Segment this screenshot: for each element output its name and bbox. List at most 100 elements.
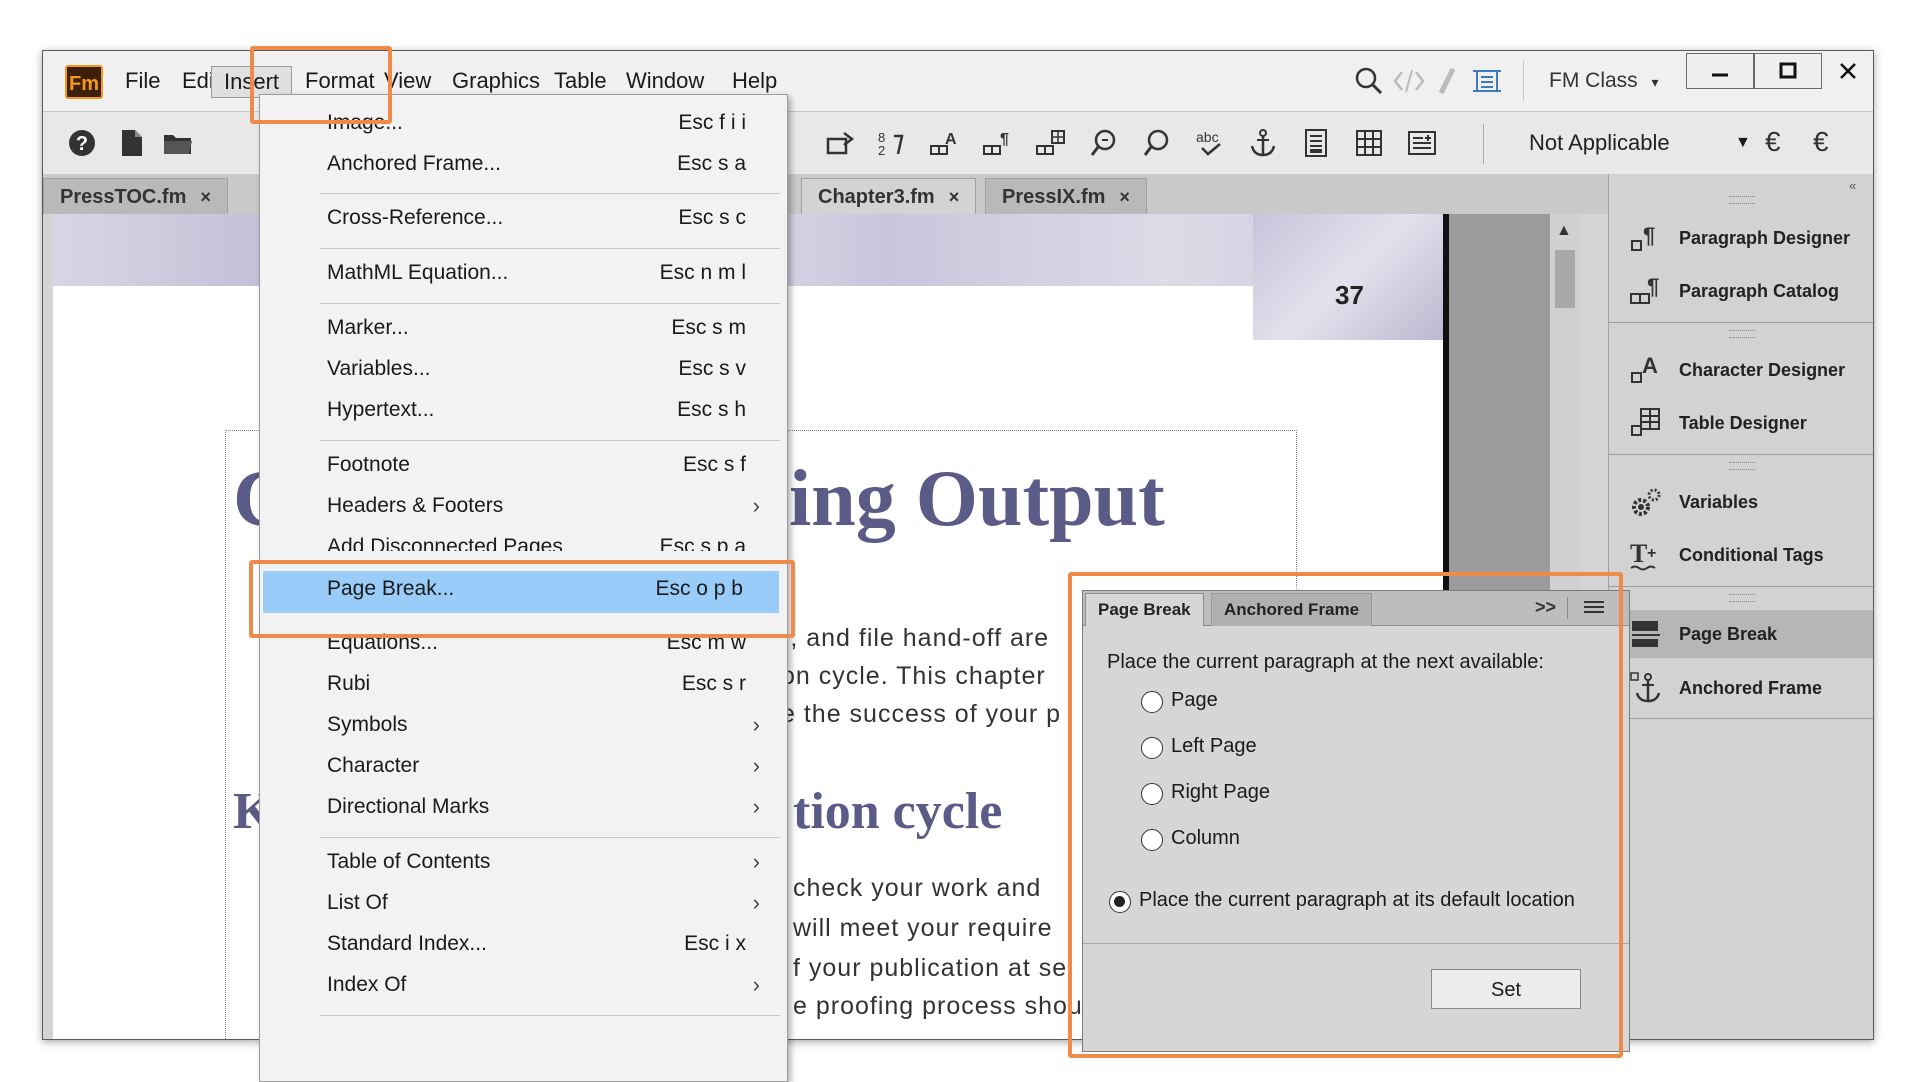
page-break-icon	[1627, 615, 1665, 653]
table-icon[interactable]	[1352, 126, 1386, 160]
scroll-up-icon[interactable]: ▲	[1556, 222, 1572, 240]
toolbar-divider	[1483, 124, 1484, 164]
panel-grip[interactable]	[1729, 462, 1755, 470]
menu-item-shortcut: Esc s c	[678, 206, 746, 229]
menu-item-anchored-frame[interactable]: Anchored Frame... Esc s a	[261, 148, 786, 186]
menu-item-footnote[interactable]: Footnote Esc s f	[261, 449, 786, 487]
menu-help[interactable]: Help	[720, 66, 789, 96]
paragraph-tag-select[interactable]: Not Applicable	[1529, 128, 1670, 158]
panel-item-table-designer[interactable]: Table Designer	[1609, 399, 1873, 447]
search-icon[interactable]	[1351, 63, 1387, 99]
submenu-arrow-icon: ›	[752, 753, 760, 778]
menu-item-hypertext[interactable]: Hypertext... Esc s h	[261, 394, 786, 432]
panel-item-paragraph-designer[interactable]: ¶ Paragraph Designer	[1609, 214, 1873, 262]
change-bars-icon[interactable]: 82	[875, 126, 909, 160]
menu-item-directional-marks[interactable]: Directional Marks ›	[261, 791, 786, 829]
callout-insert-menu	[250, 46, 392, 124]
anchor-icon[interactable]	[1246, 126, 1280, 160]
code-view-icon[interactable]	[1391, 63, 1427, 99]
menu-item-symbols[interactable]: Symbols ›	[261, 709, 786, 747]
menu-item-rubi[interactable]: Rubi Esc s r	[261, 668, 786, 706]
close-icon[interactable]: ×	[949, 187, 960, 207]
menu-item-standard-index[interactable]: Standard Index... Esc i x	[261, 928, 786, 966]
submenu-arrow-icon: ›	[752, 712, 760, 737]
close-icon	[1839, 63, 1856, 79]
body-text-line: ), and file hand-off are	[781, 624, 1050, 652]
tab-pressix[interactable]: PressIX.fm ×	[985, 178, 1147, 214]
menu-item-variables[interactable]: Variables... Esc s v	[261, 353, 786, 391]
euro-settings-icon[interactable]: €	[1813, 126, 1829, 158]
menu-file[interactable]: File	[113, 66, 172, 96]
close-button[interactable]	[1822, 53, 1873, 89]
character-catalog-icon[interactable]: A	[928, 126, 962, 160]
panel-item-character-designer[interactable]: A Character Designer	[1609, 346, 1873, 394]
chevron-down-icon[interactable]: ▼	[1735, 128, 1751, 158]
menu-item-mathml-equation[interactable]: MathML Equation... Esc n m l	[261, 257, 786, 295]
menu-graphics[interactable]: Graphics	[440, 66, 552, 96]
rotate-icon[interactable]	[823, 126, 857, 160]
menu-item-label: Directional Marks	[327, 795, 490, 818]
menu-item-marker[interactable]: Marker... Esc s m	[261, 312, 786, 350]
structure-view-icon[interactable]	[1469, 63, 1505, 99]
menu-item-character[interactable]: Character ›	[261, 750, 786, 788]
minimize-button[interactable]	[1686, 53, 1754, 89]
close-icon[interactable]: ×	[1119, 187, 1130, 207]
pen-icon[interactable]	[1433, 63, 1461, 99]
body-text-line: e the success of your p	[781, 700, 1062, 728]
menu-item-cross-reference[interactable]: Cross-Reference... Esc s c	[261, 202, 786, 240]
menu-table[interactable]: Table	[542, 66, 619, 96]
callout-page-break-dialog	[1068, 572, 1623, 1058]
menu-item-label: List Of	[327, 891, 388, 914]
menu-item-index-of[interactable]: Index Of ›	[261, 969, 786, 1007]
menu-separator	[320, 837, 780, 838]
submenu-arrow-icon: ›	[752, 493, 760, 518]
format-icon[interactable]	[1405, 126, 1439, 160]
menu-item-headers-footers[interactable]: Headers & Footers ›	[261, 490, 786, 528]
menu-item-list-of[interactable]: List Of ›	[261, 887, 786, 925]
help-icon[interactable]: ?	[65, 126, 99, 160]
panel-grip[interactable]	[1729, 196, 1755, 204]
page-icon[interactable]	[1299, 126, 1333, 160]
tab-chapter3[interactable]: Chapter3.fm ×	[801, 178, 977, 214]
panel-item-page-break[interactable]: Page Break	[1609, 610, 1873, 658]
find-icon[interactable]	[1087, 126, 1121, 160]
panel-item-conditional-tags[interactable]: T + Conditional Tags	[1609, 531, 1873, 579]
table-catalog-icon[interactable]	[1034, 126, 1068, 160]
search-doc-icon[interactable]	[1140, 126, 1174, 160]
scroll-thumb[interactable]	[1555, 250, 1575, 308]
panel-grip[interactable]	[1729, 330, 1755, 338]
workspace-switcher[interactable]: FM Class ▾	[1537, 66, 1671, 96]
open-folder-icon[interactable]	[161, 126, 195, 160]
menu-item-add-disconnected-pages[interactable]: Add Disconnected Pages Esc s p a	[261, 531, 786, 551]
section-heading-fragment-right: tion cycle	[793, 783, 1003, 840]
menu-item-label: Index Of	[327, 973, 407, 996]
svg-text:¶: ¶	[1643, 223, 1655, 248]
panel-item-paragraph-catalog[interactable]: ¶ Paragraph Catalog	[1609, 267, 1873, 315]
maximize-button[interactable]	[1754, 53, 1822, 89]
variables-gear-icon	[1627, 483, 1665, 521]
panel-divider	[1609, 586, 1873, 587]
new-document-icon[interactable]	[115, 126, 149, 160]
menu-item-label: Hypertext...	[327, 398, 435, 421]
paragraph-catalog-icon[interactable]: ¶	[981, 126, 1015, 160]
tab-presstoc[interactable]: PressTOC.fm ×	[43, 178, 228, 214]
close-icon[interactable]: ×	[200, 187, 211, 207]
panel-item-label: Conditional Tags	[1679, 544, 1824, 565]
submenu-arrow-icon: ›	[752, 794, 760, 819]
spellcheck-icon[interactable]: abc	[1193, 126, 1227, 160]
menu-item-shortcut: Esc s m	[671, 316, 746, 339]
panel-divider	[1609, 322, 1873, 323]
svg-text:T: T	[1630, 539, 1647, 568]
body-text-line: f your publication at se	[793, 954, 1068, 982]
panel-item-variables[interactable]: Variables	[1609, 478, 1873, 526]
menu-window[interactable]: Window	[614, 66, 716, 96]
svg-text:?: ?	[76, 133, 88, 155]
panel-divider	[1609, 718, 1873, 719]
euro-icon[interactable]: €	[1765, 126, 1781, 158]
panel-grip[interactable]	[1729, 594, 1755, 602]
svg-text:+: +	[1647, 545, 1656, 562]
svg-text:A: A	[945, 131, 957, 148]
menu-item-table-of-contents[interactable]: Table of Contents ›	[261, 846, 786, 884]
collapse-panel-icon[interactable]: «	[1849, 178, 1856, 193]
panel-item-anchored-frame[interactable]: Anchored Frame	[1609, 664, 1873, 712]
